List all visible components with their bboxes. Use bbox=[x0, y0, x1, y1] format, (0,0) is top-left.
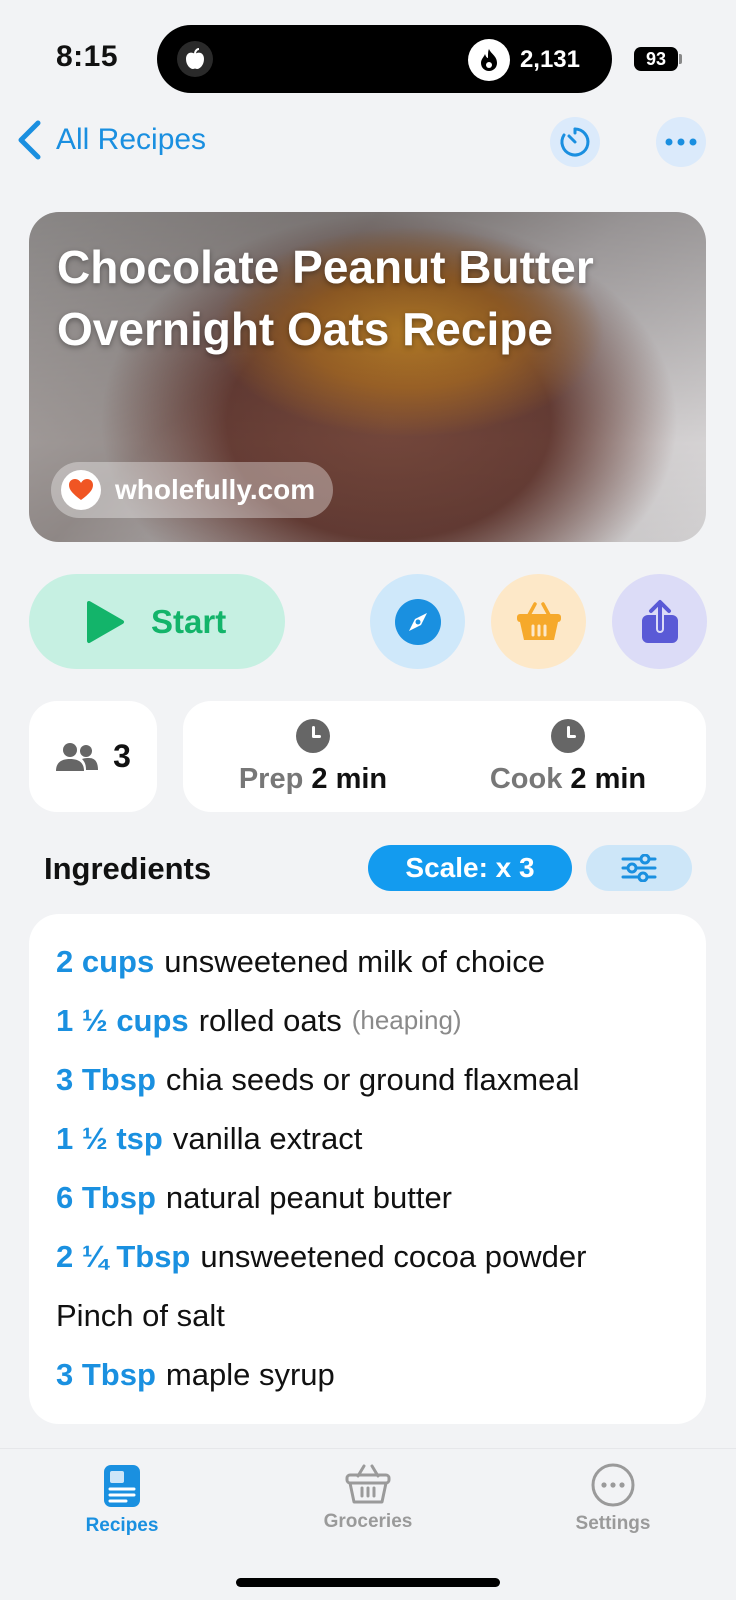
ingredient-row[interactable]: 1 ½ cups rolled oats (heaping) bbox=[56, 991, 706, 1050]
ellipsis-circle-icon bbox=[591, 1463, 635, 1507]
battery-level: 93 bbox=[634, 47, 678, 71]
ingredient-row[interactable]: 1 ½ tsp vanilla extract bbox=[56, 1109, 706, 1168]
clock-icon bbox=[296, 719, 330, 753]
start-button[interactable]: Start bbox=[29, 574, 285, 669]
ingredient-row[interactable]: Pinch of salt bbox=[56, 1286, 706, 1345]
ingredients-list: 2 cups unsweetened milk of choice 1 ½ cup… bbox=[29, 914, 706, 1424]
servings-card[interactable]: 3 bbox=[29, 701, 157, 812]
cook-label: Cook bbox=[489, 763, 563, 795]
source-label: wholefully.com bbox=[115, 474, 316, 505]
tab-groceries-label: Groceries bbox=[323, 1511, 413, 1532]
timer-icon bbox=[560, 127, 590, 157]
clock-icon bbox=[551, 719, 585, 753]
ingredient-name: natural peanut butter bbox=[165, 1179, 453, 1215]
heart-icon bbox=[61, 470, 101, 510]
prep-time: Prep 2 min bbox=[183, 719, 443, 796]
activity-count: 2,131 bbox=[519, 46, 580, 73]
flame-icon bbox=[467, 39, 510, 81]
play-icon bbox=[87, 600, 124, 643]
ingredient-name: maple syrup bbox=[165, 1356, 335, 1392]
share-button[interactable] bbox=[612, 574, 707, 669]
tab-settings[interactable]: Settings bbox=[533, 1463, 693, 1535]
ingredient-name: Pinch of salt bbox=[56, 1297, 225, 1333]
ingredient-qty: 3 Tbsp bbox=[56, 1356, 156, 1392]
ingredient-name: chia seeds or ground flaxmeal bbox=[165, 1061, 580, 1097]
activity-counter: 2,131 bbox=[467, 39, 580, 81]
more-options-button[interactable] bbox=[656, 117, 706, 167]
dynamic-island: 2,131 bbox=[157, 25, 612, 93]
ingredient-note: (heaping) bbox=[351, 1005, 462, 1035]
recipe-hero-image: Chocolate Peanut Butter Overnight Oats R… bbox=[29, 212, 706, 542]
timer-button[interactable] bbox=[550, 117, 600, 167]
ingredient-row[interactable]: 3 Tbsp maple syrup bbox=[56, 1345, 706, 1404]
back-label: All Recipes bbox=[56, 123, 207, 156]
more-icon bbox=[665, 138, 697, 146]
time-card: Prep 2 min Cook 2 min bbox=[183, 701, 706, 812]
scale-button[interactable]: Scale: x 3 bbox=[368, 845, 572, 891]
ingredient-qty: 2 cups bbox=[56, 943, 155, 979]
recipe-detail-screen: 8:15 2,131 93 All Recipes Chocolate Pean… bbox=[0, 0, 736, 1600]
chevron-left-icon bbox=[18, 120, 41, 160]
ingredient-name: rolled oats bbox=[198, 1002, 342, 1038]
groceries-basket-button[interactable] bbox=[491, 574, 586, 669]
ingredient-qty: 1 ½ cups bbox=[56, 1002, 189, 1038]
apple-icon bbox=[177, 41, 213, 77]
recipes-icon bbox=[104, 1465, 140, 1507]
share-icon bbox=[641, 598, 678, 643]
basket-icon bbox=[516, 601, 561, 640]
tab-settings-label: Settings bbox=[575, 1513, 651, 1534]
tab-groceries[interactable]: Groceries bbox=[288, 1463, 448, 1533]
ingredients-heading: Ingredients bbox=[44, 851, 212, 886]
people-icon bbox=[56, 742, 99, 771]
prep-label: Prep bbox=[238, 763, 304, 795]
status-time: 8:15 bbox=[56, 40, 119, 73]
sliders-icon bbox=[621, 854, 657, 882]
ingredient-qty: 6 Tbsp bbox=[56, 1179, 156, 1215]
compass-button[interactable] bbox=[370, 574, 465, 669]
tab-recipes-label: Recipes bbox=[85, 1515, 159, 1536]
ingredient-name: unsweetened cocoa powder bbox=[200, 1238, 587, 1274]
cook-value: 2 min bbox=[570, 763, 647, 795]
cook-time: Cook 2 min bbox=[438, 719, 698, 796]
source-link[interactable]: wholefully.com bbox=[51, 462, 334, 518]
tab-recipes[interactable]: Recipes bbox=[42, 1463, 202, 1537]
ingredient-name: vanilla extract bbox=[172, 1120, 363, 1156]
ingredient-row[interactable]: 3 Tbsp chia seeds or ground flaxmeal bbox=[56, 1050, 706, 1109]
ingredient-qty: 3 Tbsp bbox=[56, 1061, 156, 1097]
ingredient-row[interactable]: 2 ¼ Tbsp unsweetened cocoa powder bbox=[56, 1227, 706, 1286]
ingredient-row[interactable]: 2 cups unsweetened milk of choice bbox=[56, 932, 706, 991]
back-button[interactable]: All Recipes bbox=[16, 120, 206, 160]
home-indicator bbox=[236, 1578, 500, 1587]
servings-count: 3 bbox=[113, 738, 131, 774]
start-label: Start bbox=[151, 602, 227, 640]
compass-icon bbox=[394, 598, 441, 645]
prep-value: 2 min bbox=[311, 763, 388, 795]
ingredient-qty: 1 ½ tsp bbox=[56, 1120, 163, 1156]
basket-icon bbox=[345, 1464, 391, 1504]
ingredient-row[interactable]: 6 Tbsp natural peanut butter bbox=[56, 1168, 706, 1227]
ingredient-qty: 2 ¼ Tbsp bbox=[56, 1238, 191, 1274]
ingredient-name: unsweetened milk of choice bbox=[164, 943, 546, 979]
battery-tip bbox=[679, 54, 682, 64]
adjust-button[interactable] bbox=[586, 845, 692, 891]
recipe-title: Chocolate Peanut Butter Overnight Oats R… bbox=[57, 241, 594, 355]
